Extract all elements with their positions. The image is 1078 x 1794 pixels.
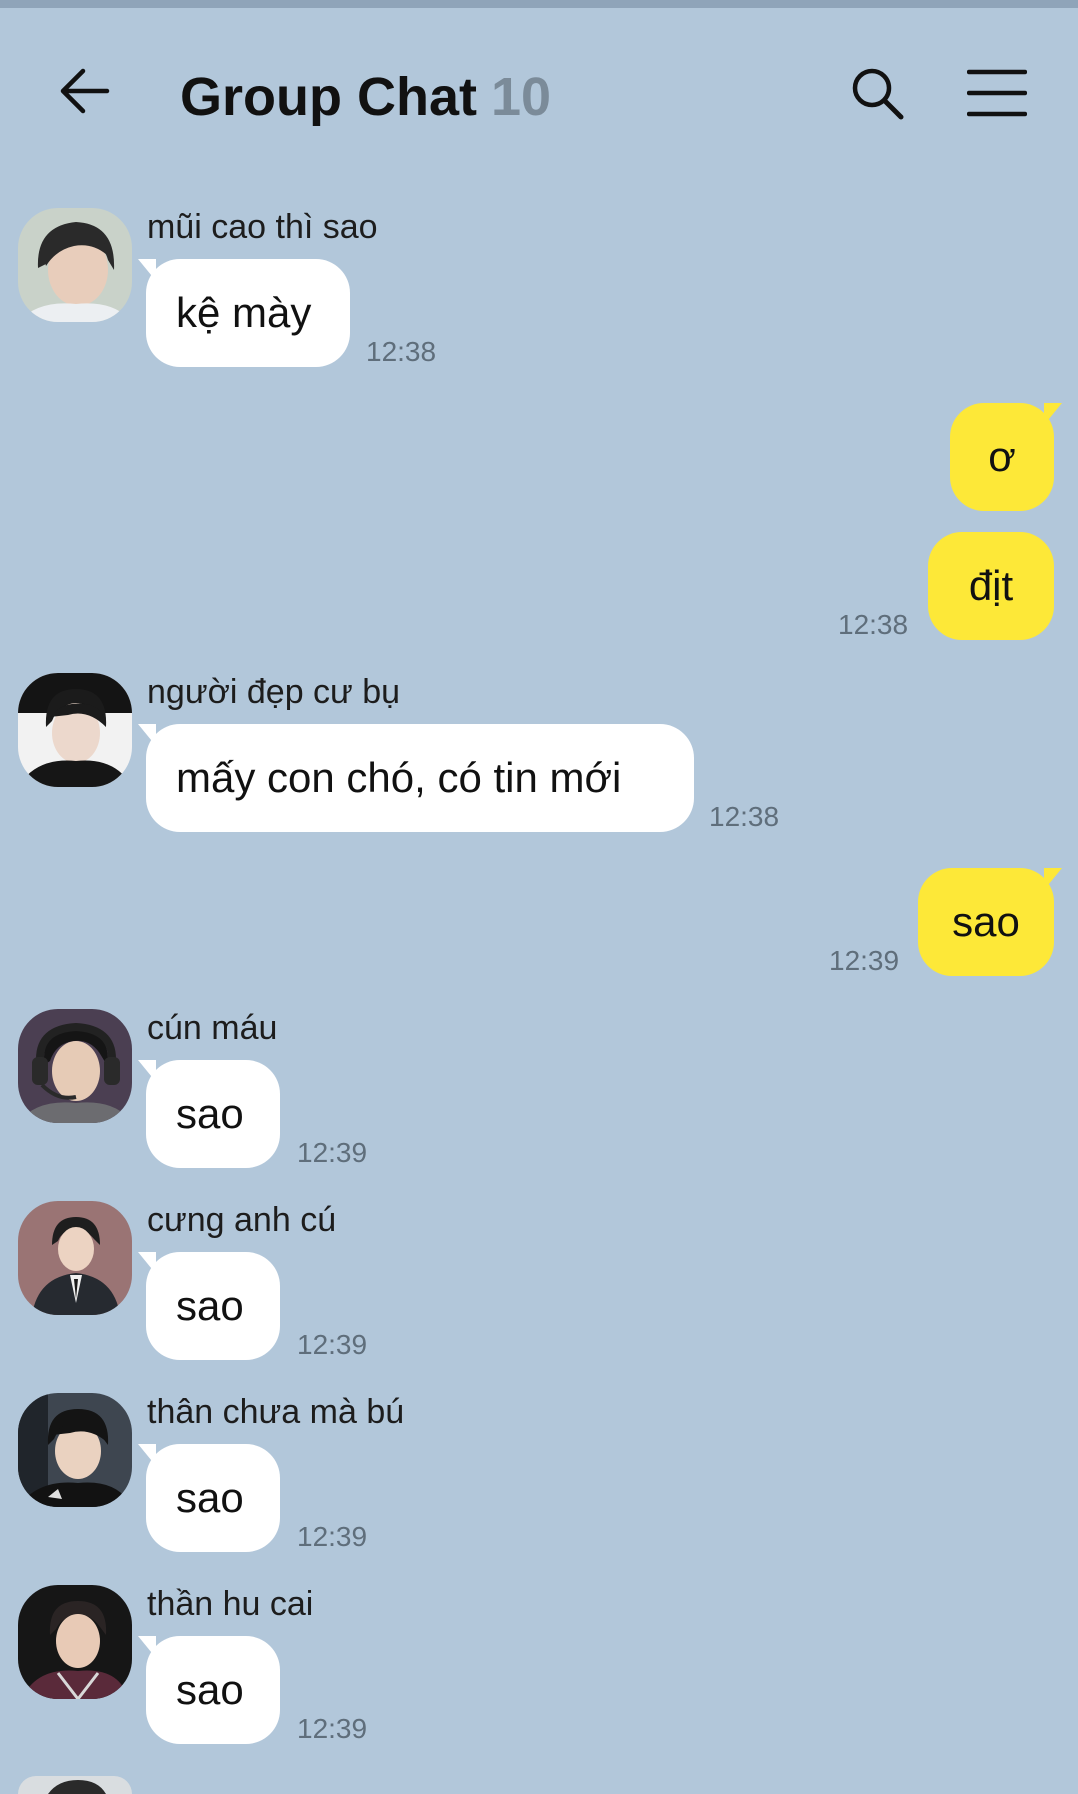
back-button[interactable] bbox=[50, 58, 120, 128]
member-count: 10 bbox=[490, 67, 552, 127]
message-bubble[interactable]: kệ mày bbox=[138, 259, 350, 367]
status-bar-strip bbox=[0, 0, 1078, 8]
avatar-cung-anh-cu[interactable] bbox=[18, 1201, 132, 1315]
message-time: 12:39 bbox=[829, 945, 900, 976]
avatar-than-chua-ma-bu[interactable] bbox=[18, 1393, 132, 1507]
avatar-than-hu-cai[interactable] bbox=[18, 1585, 132, 1699]
message-bubble[interactable]: sao bbox=[138, 1636, 280, 1744]
chat-title: Group Chat 10 bbox=[180, 66, 551, 128]
message-bubble[interactable]: sao bbox=[138, 1444, 280, 1552]
message-time: 12:39 bbox=[297, 1521, 368, 1552]
avatar-mui-cao-thi-sao[interactable] bbox=[18, 208, 132, 322]
chat-header: Group Chat 10 bbox=[0, 8, 1078, 178]
arrow-left-icon bbox=[57, 63, 113, 124]
message-bubble[interactable]: sao bbox=[138, 1252, 280, 1360]
message-bubble[interactable]: sao bbox=[918, 868, 1062, 976]
sender-name: người đẹp cư bụ bbox=[147, 673, 401, 711]
search-button[interactable] bbox=[842, 60, 912, 130]
hamburger-menu-icon bbox=[966, 68, 1028, 123]
message-time: 12:39 bbox=[297, 1713, 368, 1744]
avatar-partial[interactable] bbox=[18, 1776, 132, 1794]
message-time: 12:39 bbox=[297, 1137, 368, 1168]
avatar-nguoi-dep-cu-bu[interactable] bbox=[18, 673, 132, 787]
message-bubble[interactable]: mấy con chó, có tin mới bbox=[138, 724, 694, 832]
message-bubble[interactable]: ơ bbox=[950, 403, 1062, 511]
sender-name: thân chưa mà bú bbox=[147, 1393, 405, 1431]
sender-name: cún máu bbox=[147, 1009, 278, 1047]
message-bubble[interactable]: địt bbox=[928, 532, 1054, 640]
message-time: 12:38 bbox=[838, 609, 909, 640]
search-icon bbox=[849, 65, 905, 126]
menu-button[interactable] bbox=[960, 60, 1034, 130]
message-bubble[interactable]: sao bbox=[138, 1060, 280, 1168]
sender-name: cưng anh cú bbox=[147, 1201, 337, 1239]
message-time: 12:38 bbox=[366, 336, 437, 367]
message-time: 12:38 bbox=[709, 801, 780, 832]
group-name: Group Chat bbox=[180, 67, 477, 127]
avatar-cun-mau[interactable] bbox=[18, 1009, 132, 1123]
message-time: 12:39 bbox=[297, 1329, 368, 1360]
sender-name: mũi cao thì sao bbox=[147, 208, 378, 246]
sender-name: thần hu cai bbox=[147, 1585, 314, 1623]
